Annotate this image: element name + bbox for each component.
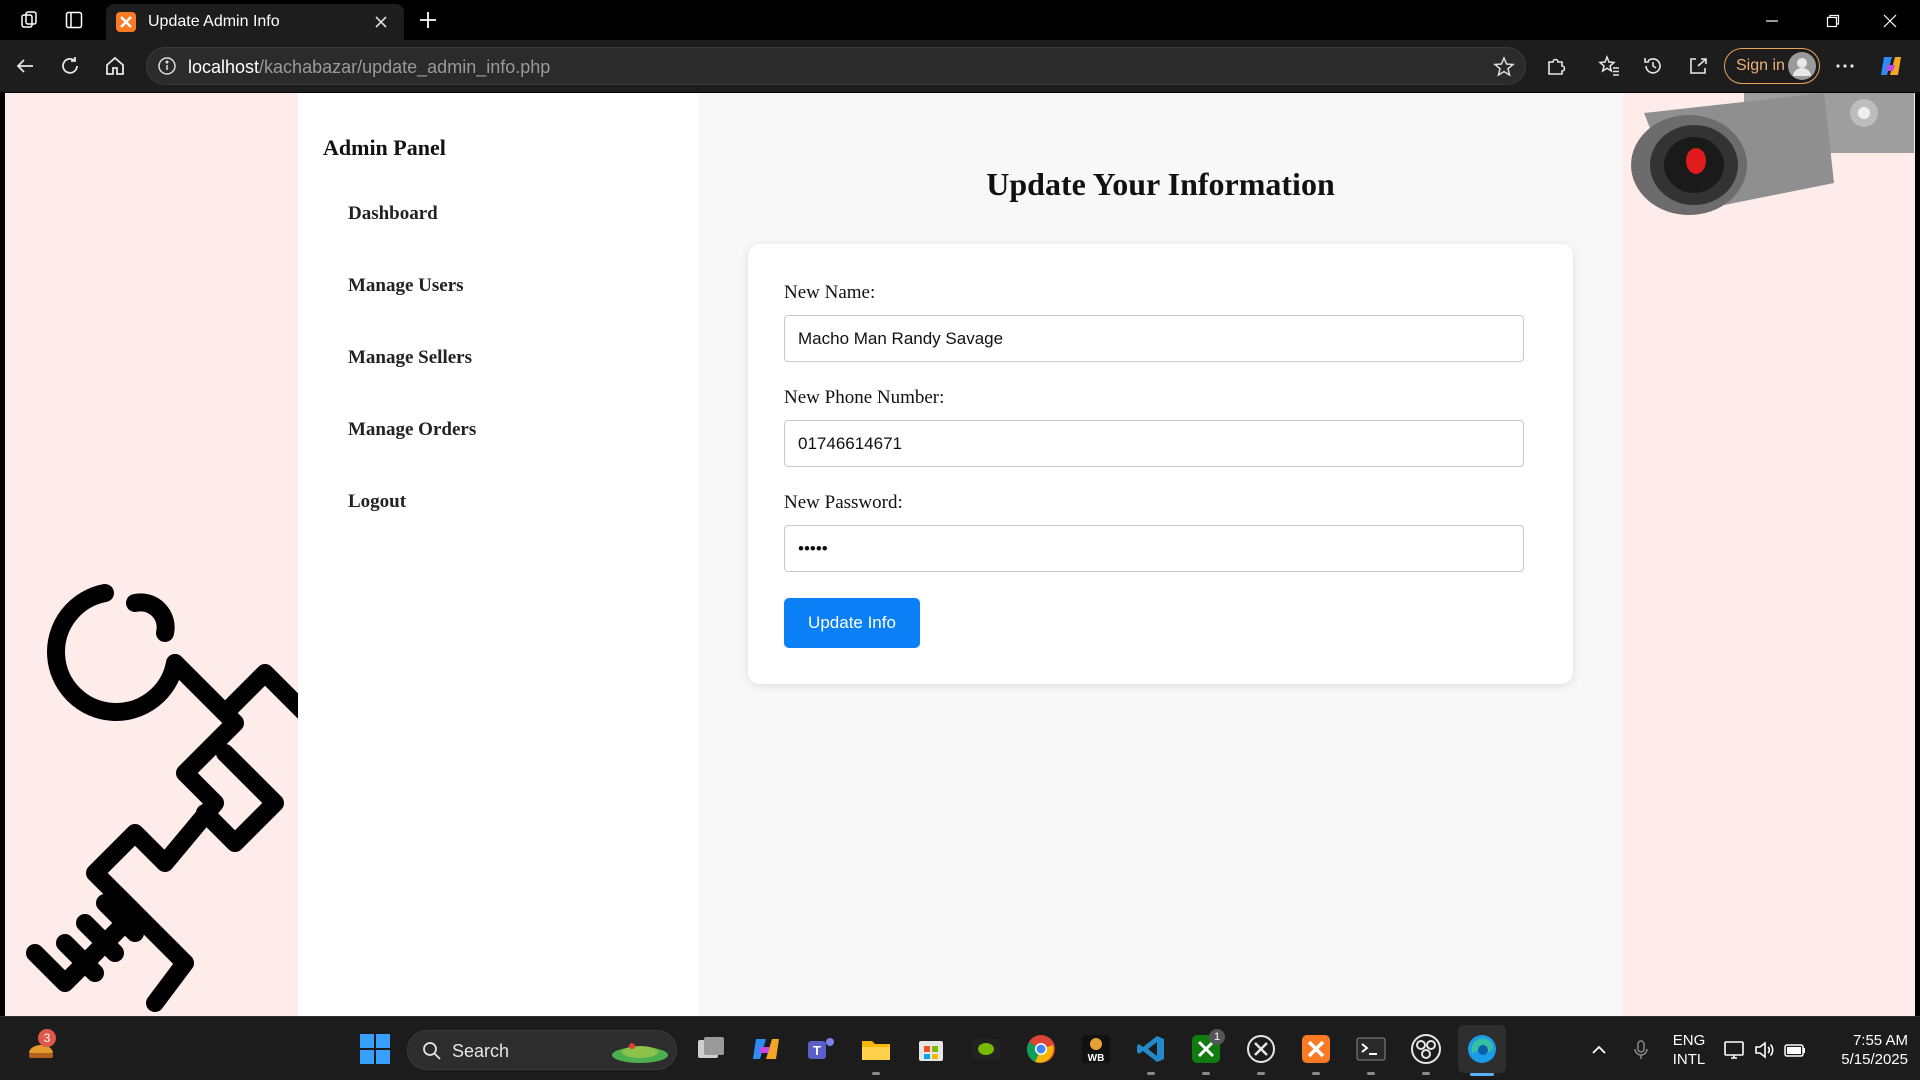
notification-badge: 3 xyxy=(38,1029,56,1047)
update-info-form: New Name: New Phone Number: New Password… xyxy=(748,244,1573,684)
teams-icon[interactable]: T xyxy=(805,1033,837,1065)
name-input[interactable] xyxy=(784,315,1524,362)
browser-title-bar: Update Admin Info xyxy=(0,0,1920,40)
xbox-game-bar-icon[interactable] xyxy=(1245,1033,1277,1065)
url-text: localhost/kachabazar/update_admin_info.p… xyxy=(188,57,551,77)
microphone-icon[interactable] xyxy=(1628,1037,1654,1063)
extensions-icon[interactable] xyxy=(1541,51,1571,81)
edge-icon[interactable] xyxy=(1466,1033,1498,1065)
close-tab-icon[interactable] xyxy=(370,11,392,33)
page-viewport: Admin Panel Dashboard Manage Users Manag… xyxy=(5,93,1915,1016)
page-title: Update Your Information xyxy=(986,166,1335,202)
show-hidden-icons-icon[interactable] xyxy=(1586,1037,1612,1063)
vscode-icon[interactable] xyxy=(1135,1033,1167,1065)
clock-time: 7:55 AM xyxy=(1852,1032,1908,1049)
sidebar-title: Admin Panel xyxy=(323,135,446,160)
history-icon[interactable] xyxy=(1638,51,1668,81)
mysql-workbench-icon[interactable]: WB xyxy=(1080,1033,1112,1065)
chrome-icon[interactable] xyxy=(1025,1033,1057,1065)
sidebar-item-manage-orders[interactable]: Manage Orders xyxy=(348,419,476,441)
taskbar-search-box[interactable]: Search xyxy=(407,1030,677,1070)
home-icon[interactable] xyxy=(100,51,130,81)
admin-sidebar: Admin Panel Dashboard Manage Users Manag… xyxy=(298,93,698,1016)
workspaces-icon[interactable] xyxy=(17,8,43,32)
tab-actions-icon[interactable] xyxy=(61,8,87,32)
name-label: New Name: xyxy=(784,282,876,303)
sidebar-item-manage-sellers[interactable]: Manage Sellers xyxy=(348,347,472,369)
main-content: Update Your Information New Name: New Ph… xyxy=(698,93,1623,1016)
share-icon[interactable] xyxy=(1683,51,1713,81)
file-explorer-icon[interactable] xyxy=(860,1033,892,1065)
update-info-button[interactable]: Update Info xyxy=(784,598,920,648)
nvidia-icon[interactable] xyxy=(970,1033,1002,1065)
copilot-icon[interactable] xyxy=(1876,51,1906,81)
address-bar[interactable]: localhost/kachabazar/update_admin_info.p… xyxy=(146,47,1526,85)
password-input[interactable] xyxy=(784,525,1524,572)
reload-icon[interactable] xyxy=(55,51,85,81)
language-bottom: INTL xyxy=(1672,1051,1706,1068)
running-indicator xyxy=(1202,1072,1210,1075)
volume-icon[interactable] xyxy=(1752,1037,1778,1063)
new-tab-icon[interactable] xyxy=(414,6,442,34)
more-options-icon[interactable] xyxy=(1830,51,1860,81)
running-indicator xyxy=(1422,1072,1430,1075)
language-indicator[interactable]: ENG INTL xyxy=(1666,1031,1712,1069)
network-icon[interactable] xyxy=(1722,1037,1748,1063)
restore-icon[interactable] xyxy=(1811,8,1855,34)
clock[interactable]: 7:55 AM 5/15/2025 xyxy=(1818,1031,1908,1069)
clock-date: 5/15/2025 xyxy=(1841,1051,1908,1068)
tab-title: Update Admin Info xyxy=(148,13,280,30)
copilot-app-icon[interactable] xyxy=(750,1033,782,1065)
running-indicator xyxy=(1147,1072,1155,1075)
search-label: Search xyxy=(452,1041,510,1061)
terminal-icon[interactable] xyxy=(1355,1033,1387,1065)
tab-update-admin-info[interactable]: Update Admin Info xyxy=(106,4,404,40)
task-view-icon[interactable] xyxy=(695,1033,727,1065)
xbox-badge: 1 xyxy=(1209,1029,1225,1045)
site-info-icon[interactable] xyxy=(157,56,177,76)
favorites-icon[interactable] xyxy=(1594,51,1624,81)
browser-toolbar: localhost/kachabazar/update_admin_info.p… xyxy=(0,40,1920,92)
sidebar-item-manage-users[interactable]: Manage Users xyxy=(348,275,464,297)
search-highlight-icon xyxy=(612,1043,668,1063)
phone-input[interactable] xyxy=(784,420,1524,467)
active-indicator xyxy=(1470,1073,1494,1076)
svg-text:WB: WB xyxy=(1088,1053,1105,1064)
battery-icon[interactable] xyxy=(1782,1037,1808,1063)
sign-in-button[interactable]: Sign in xyxy=(1724,48,1820,84)
running-indicator xyxy=(1257,1072,1265,1075)
svg-text:T: T xyxy=(813,1043,821,1058)
start-windows-icon[interactable] xyxy=(359,1033,391,1065)
windows-taskbar: 3 Search T WB 1 ENG INTL 7:55 AM 5/15/20… xyxy=(0,1016,1920,1080)
sign-in-label: Sign in xyxy=(1736,57,1785,74)
xampp-icon[interactable] xyxy=(1300,1033,1332,1065)
password-label: New Password: xyxy=(784,492,903,513)
xampp-favicon-icon xyxy=(116,12,136,32)
back-icon[interactable] xyxy=(10,51,40,81)
minimize-icon[interactable] xyxy=(1750,8,1794,34)
obs-studio-icon[interactable] xyxy=(1410,1033,1442,1065)
microsoft-store-icon[interactable] xyxy=(915,1033,947,1065)
language-top: ENG xyxy=(1672,1032,1706,1049)
running-indicator xyxy=(872,1072,880,1075)
phone-label: New Phone Number: xyxy=(784,387,945,408)
sidebar-item-dashboard[interactable]: Dashboard xyxy=(348,203,438,225)
avatar-icon xyxy=(1788,52,1816,80)
sidebar-item-logout[interactable]: Logout xyxy=(348,491,406,513)
close-window-icon[interactable] xyxy=(1868,8,1912,34)
favorite-star-icon[interactable] xyxy=(1493,56,1515,78)
running-indicator xyxy=(1312,1072,1320,1075)
search-icon xyxy=(423,1042,441,1060)
wrench-illustration-icon xyxy=(26,584,305,1012)
security-camera-illustration-icon xyxy=(1631,93,1914,215)
running-indicator xyxy=(1367,1072,1375,1075)
